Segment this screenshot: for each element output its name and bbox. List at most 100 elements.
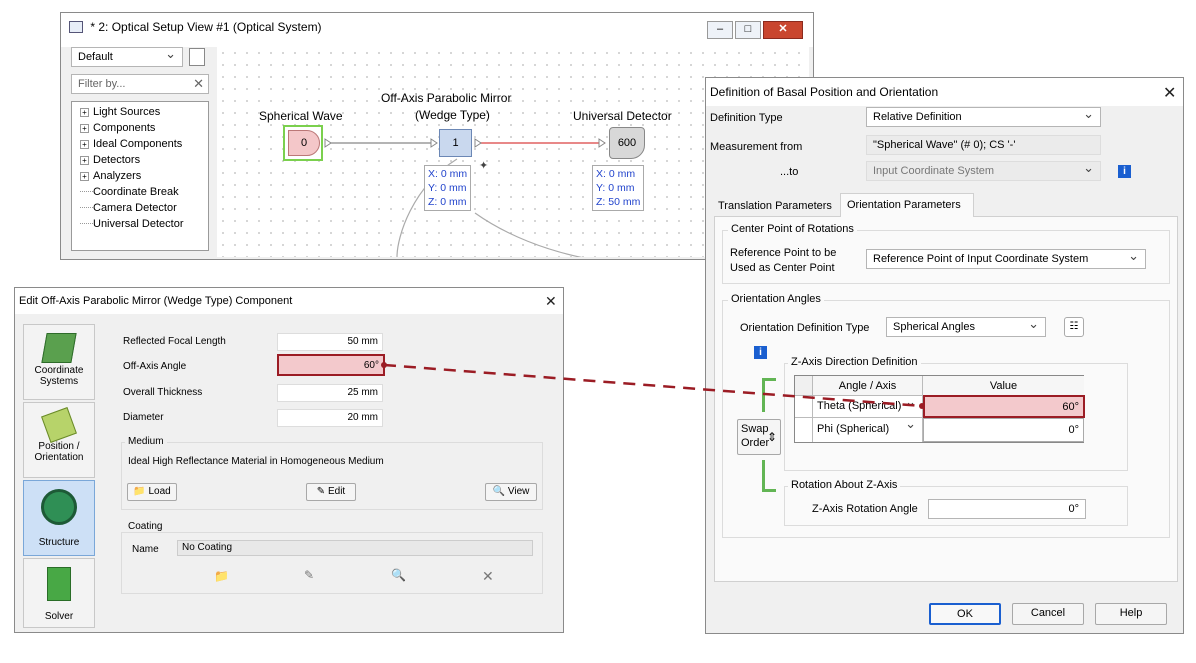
swap-order-button[interactable]: Swap Order ⇕ — [737, 419, 781, 455]
tab-orientation-parameters[interactable]: Orientation Parameters — [840, 193, 974, 217]
coating-group-title: Coating — [125, 521, 166, 532]
theta-value-input[interactable]: 60° — [923, 395, 1085, 418]
mirror-label-line2: (Wedge Type) — [415, 108, 490, 122]
expand-icon[interactable]: + — [80, 124, 89, 133]
mirror-input-arrow — [430, 138, 438, 148]
expand-icon[interactable]: + — [80, 108, 89, 117]
detector-coordinates: X: 0 mm Y: 0 mm Z: 50 mm — [592, 165, 645, 211]
info-icon-2[interactable]: i — [754, 346, 767, 359]
ref-point-select[interactable]: Reference Point of Input Coordinate Syst… — [866, 249, 1146, 269]
tree-branch-icon — [80, 207, 93, 208]
theta-angle-select[interactable]: Theta (Spherical) — [813, 394, 923, 418]
ref-point-label-line1: Reference Point to be — [730, 247, 837, 259]
detector-label: Universal Detector — [573, 109, 672, 123]
cancel-button[interactable]: Cancel — [1012, 603, 1084, 625]
z-rotation-input[interactable]: 0° — [928, 499, 1086, 519]
structure-tab[interactable]: Structure — [23, 480, 95, 556]
cursor-icon: ✦ — [479, 160, 489, 172]
minimize-button[interactable]: – — [707, 21, 733, 39]
z-axis-group-title: Z-Axis Direction Definition — [788, 356, 921, 368]
to-label: ...to — [780, 166, 799, 178]
structure-icon — [41, 489, 77, 525]
table-header-angle: Angle / Axis — [813, 376, 923, 396]
maximize-button[interactable]: □ — [735, 21, 761, 39]
swap-down-arrow-icon — [762, 460, 776, 492]
tree-item[interactable]: + Ideal Components — [80, 138, 182, 150]
tree-item[interactable]: Camera Detector — [80, 202, 177, 214]
new-document-icon[interactable] — [189, 48, 205, 66]
detector-node[interactable]: 600 — [609, 127, 645, 159]
setup-window-titlebar: * 2: Optical Setup View #1 (Optical Syst… — [61, 13, 813, 47]
tree-branch-icon — [80, 191, 93, 192]
view-button[interactable]: 🔍 View — [485, 483, 537, 501]
mirror-node[interactable]: 1 — [439, 129, 472, 157]
edit-button[interactable]: ✎ Edit — [306, 483, 356, 501]
position-orientation-tab[interactable]: Position / Orientation — [23, 402, 95, 478]
detector-input-arrow — [598, 138, 606, 148]
center-point-group-title: Center Point of Rotations — [728, 223, 857, 235]
swap-up-arrow-icon — [762, 378, 776, 412]
focal-length-label: Reflected Focal Length — [123, 336, 226, 347]
solver-tab[interactable]: Solver — [23, 558, 95, 628]
folder-icon: 📁 — [133, 486, 146, 497]
tree-item[interactable]: Universal Detector — [80, 218, 183, 230]
coating-view-icon[interactable]: 🔍 — [391, 568, 406, 582]
coating-name-label: Name — [132, 544, 159, 555]
spherical-wave-shape: 0 — [288, 130, 320, 156]
expand-icon[interactable]: + — [80, 140, 89, 149]
coordinate-systems-icon — [41, 333, 77, 363]
ref-point-label-line2: Used as Center Point — [730, 262, 835, 274]
coating-remove-icon[interactable]: ✕ — [482, 568, 494, 585]
tree-item[interactable]: + Components — [80, 122, 155, 134]
basal-position-dialog: Definition of Basal Position and Orienta… — [705, 77, 1184, 634]
basal-dialog-close-icon[interactable]: ✕ — [1163, 83, 1176, 103]
expand-icon[interactable]: + — [80, 172, 89, 181]
clear-filter-icon[interactable]: ✕ — [193, 76, 204, 92]
off-axis-angle-input[interactable]: 60° — [277, 354, 385, 376]
orientation-def-select[interactable]: Spherical Angles — [886, 317, 1046, 337]
mirror-to-basal-curve — [474, 212, 717, 257]
tree-item[interactable]: Coordinate Break — [80, 186, 179, 198]
angle-table: Angle / Axis Value Theta (Spherical) 60°… — [794, 375, 1085, 443]
table-row-selector[interactable] — [795, 396, 813, 418]
tree-item[interactable]: + Analyzers — [80, 170, 141, 182]
basal-dialog-titlebar: Definition of Basal Position and Orienta… — [706, 78, 1183, 106]
thickness-input[interactable]: 25 mm — [277, 384, 383, 402]
coordinate-systems-tab[interactable]: Coordinate Systems — [23, 324, 95, 400]
focal-length-input[interactable]: 50 mm — [277, 333, 383, 351]
view-select[interactable]: Default — [71, 47, 183, 67]
phi-angle-select[interactable]: Phi (Spherical) — [813, 416, 923, 442]
orientation-angles-group-title: Orientation Angles — [728, 293, 824, 305]
close-window-button[interactable]: ✕ — [763, 21, 803, 39]
diameter-label: Diameter — [123, 412, 164, 423]
help-button[interactable]: Help — [1095, 603, 1167, 625]
tree-item[interactable]: + Detectors — [80, 154, 140, 166]
load-button[interactable]: 📁 Load — [127, 483, 177, 501]
ok-button[interactable]: OK — [929, 603, 1001, 625]
calculator-icon[interactable]: ☷ — [1064, 317, 1084, 337]
magnifier-icon: 🔍 — [492, 486, 506, 497]
coating-edit-icon[interactable]: ✎ — [304, 568, 314, 582]
phi-value-input[interactable]: 0° — [923, 418, 1084, 442]
pencil-icon: ✎ — [316, 486, 326, 497]
coating-load-icon[interactable]: 📁 — [214, 569, 229, 583]
info-icon[interactable]: i — [1118, 165, 1131, 178]
tab-translation-parameters[interactable]: Translation Parameters — [714, 196, 840, 216]
spherical-wave-node[interactable]: 0 — [283, 125, 323, 161]
optical-setup-window: * 2: Optical Setup View #1 (Optical Syst… — [60, 12, 814, 260]
tree-branch-icon — [80, 223, 93, 224]
filter-input[interactable]: Filter by... ✕ — [71, 74, 209, 94]
definition-type-select[interactable]: Relative Definition — [866, 107, 1101, 127]
edit-component-dialog: Edit Off-Axis Parabolic Mirror (Wedge Ty… — [14, 287, 564, 633]
tree-item[interactable]: + Light Sources — [80, 106, 160, 118]
medium-text: Ideal High Reflectance Material in Homog… — [128, 456, 384, 467]
to-select: Input Coordinate System — [866, 161, 1101, 181]
diameter-input[interactable]: 20 mm — [277, 409, 383, 427]
orientation-def-label: Orientation Definition Type — [740, 322, 870, 334]
medium-group-title: Medium — [125, 436, 167, 447]
table-header-value: Value — [923, 376, 1084, 396]
table-row-selector[interactable] — [795, 418, 813, 442]
edit-dialog-close-icon[interactable]: ✕ — [545, 293, 557, 310]
expand-icon[interactable]: + — [80, 156, 89, 165]
z-rotation-label: Z-Axis Rotation Angle — [812, 503, 918, 515]
